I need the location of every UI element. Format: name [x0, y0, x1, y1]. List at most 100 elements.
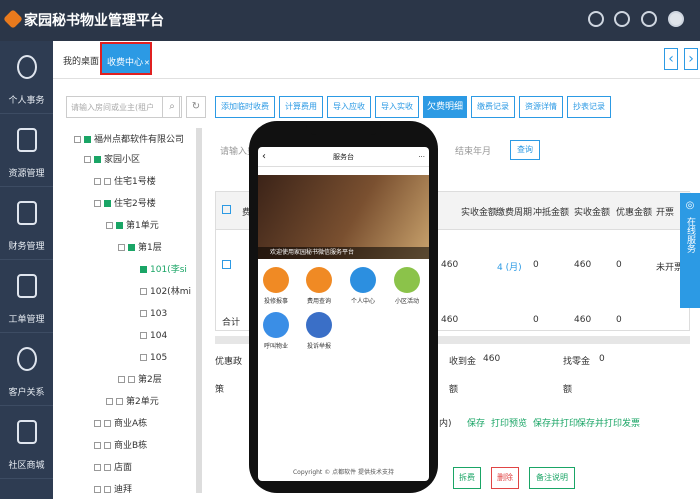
- save-print-invoice-button[interactable]: 保存并打印发票: [577, 416, 640, 429]
- tree-node[interactable]: 102(林mi: [140, 284, 191, 300]
- print-preview-button[interactable]: 打印预览: [491, 416, 527, 429]
- discount-label: 优惠政: [215, 357, 243, 367]
- save-print-button[interactable]: 保存并打印: [533, 416, 578, 429]
- back-icon[interactable]: ‹: [262, 147, 266, 167]
- headset-icon: ◎: [685, 200, 695, 211]
- headphones-icon[interactable]: [306, 312, 332, 338]
- sidebar-item-mall[interactable]: 社区商城: [0, 406, 53, 479]
- headset-icon: [17, 347, 37, 371]
- tree-node[interactable]: 家园小区: [84, 152, 140, 168]
- user-icon[interactable]: [350, 267, 376, 293]
- total-cell: 0: [533, 315, 539, 325]
- message-icon[interactable]: [641, 11, 657, 27]
- online-service-button[interactable]: ◎ 在线服务: [680, 193, 700, 308]
- resource-detail-button[interactable]: 资源详情: [519, 96, 563, 118]
- table-cell[interactable]: 4 (月): [497, 260, 522, 273]
- yen-icon[interactable]: [306, 267, 332, 293]
- money-icon: [17, 201, 37, 225]
- tree-node[interactable]: 第1层: [118, 240, 162, 256]
- chevron-left-icon[interactable]: ‹: [664, 48, 678, 70]
- phone-screen: ‹ 服务台 ··· 欢迎使用家园秘书微信服务平台 投修报事 费用查询 个人中心 …: [258, 147, 429, 481]
- total-cell: 0: [616, 315, 622, 325]
- tree-node[interactable]: 101(李si: [140, 262, 187, 278]
- arrears-detail-button[interactable]: 欠费明细: [423, 96, 467, 118]
- tree-node[interactable]: 住宅1号楼: [94, 174, 156, 190]
- sidebar-item-resources[interactable]: 资源管理: [0, 114, 53, 187]
- query-button[interactable]: 查询: [510, 140, 540, 160]
- tree-node[interactable]: 迪拜: [94, 482, 132, 498]
- tree-node[interactable]: 商业A栋: [94, 416, 147, 432]
- split-fee-button[interactable]: 拆费: [453, 467, 481, 489]
- sidebar-item-customers[interactable]: 客户关系: [0, 333, 53, 406]
- tree-node[interactable]: 商业B栋: [94, 438, 147, 454]
- column-header: 优惠金额: [616, 208, 653, 218]
- policy-label: 策: [215, 385, 225, 395]
- tree-node[interactable]: 104: [140, 328, 167, 344]
- chevron-right-icon[interactable]: ›: [684, 48, 698, 70]
- online-service-label: 在线服务: [685, 217, 695, 253]
- tree-node[interactable]: 住宅2号楼: [94, 196, 156, 212]
- person-icon: [17, 55, 37, 79]
- refresh-icon[interactable]: ↻: [186, 96, 206, 118]
- add-temp-charge-button[interactable]: 添加临时收费: [215, 96, 275, 118]
- delete-button[interactable]: 删除: [491, 467, 519, 489]
- tree-node[interactable]: 第2单元: [106, 394, 159, 410]
- received-amount-field[interactable]: 460: [483, 354, 500, 364]
- user-circle-icon[interactable]: [614, 11, 630, 27]
- banner-caption: 欢迎使用家园秘书微信服务平台: [258, 247, 429, 259]
- import-received-button[interactable]: 导入实收: [375, 96, 419, 118]
- paren-text: 内): [439, 419, 452, 429]
- note-button[interactable]: 备注说明: [529, 467, 575, 489]
- more-icon[interactable]: ···: [418, 147, 425, 167]
- meter-records-button[interactable]: 抄表记录: [567, 96, 611, 118]
- building-icon: [17, 128, 37, 152]
- column-header: 开票: [656, 208, 675, 218]
- sidebar-item-label: 社区商城: [8, 461, 45, 471]
- tree-node[interactable]: 105: [140, 350, 167, 366]
- tree-node[interactable]: 第2层: [118, 372, 162, 388]
- change-amount-field[interactable]: 0: [599, 354, 605, 364]
- search-icon[interactable]: ⌕: [162, 96, 182, 118]
- menu-label: 投诉举报: [306, 343, 331, 350]
- tab-home[interactable]: 我的桌面: [63, 54, 99, 67]
- amount-label: 额: [449, 385, 459, 395]
- import-receivable-button[interactable]: 导入应收: [327, 96, 371, 118]
- sidebar-item-personal[interactable]: 个人事务: [0, 41, 53, 114]
- bell-icon[interactable]: [588, 11, 604, 27]
- tab-bar: 我的桌面 收费中心✕ ‹ ›: [53, 41, 700, 79]
- sidebar-item-finance[interactable]: 财务管理: [0, 187, 53, 260]
- app-title: 家园秘书物业管理平台: [24, 13, 164, 29]
- end-month-input[interactable]: 结束年月: [455, 144, 491, 157]
- resource-tree-panel: 请输入房间或业主(租户 ⌕ ↻ 福州点都软件有限公司 家园小区 住宅1号楼 住宅…: [60, 88, 210, 499]
- calc-fee-button[interactable]: 计算费用: [279, 96, 323, 118]
- tree-node[interactable]: 店面: [94, 460, 132, 476]
- sidebar: 个人事务 资源管理 财务管理 工单管理 客户关系 社区商城: [0, 41, 53, 499]
- wrench-icon[interactable]: [263, 267, 289, 293]
- close-icon[interactable]: ✕: [144, 59, 150, 67]
- table-cell: 0: [533, 260, 539, 270]
- star-icon[interactable]: [394, 267, 420, 293]
- column-header: 实收金额: [574, 208, 611, 218]
- phone-mockup: ‹ 服务台 ··· 欢迎使用家园秘书微信服务平台 投修报事 费用查询 个人中心 …: [249, 121, 438, 493]
- sidebar-item-label: 工单管理: [8, 315, 45, 325]
- save-button[interactable]: 保存: [467, 416, 485, 429]
- row-checkbox[interactable]: [222, 260, 231, 269]
- menu-label: 小区活动: [394, 298, 419, 305]
- tab-billing-center[interactable]: 收费中心✕: [100, 42, 152, 75]
- menu-label: 呼叫物业: [263, 343, 288, 350]
- tree-node[interactable]: 福州点都软件有限公司: [74, 132, 184, 148]
- select-all-checkbox[interactable]: [222, 205, 231, 214]
- column-header: 冲抵金额: [533, 208, 570, 218]
- sidebar-item-workorder[interactable]: 工单管理: [0, 260, 53, 333]
- phone-call-icon[interactable]: [263, 312, 289, 338]
- tree-node[interactable]: 103: [140, 306, 167, 322]
- tree-node[interactable]: 第1单元: [106, 218, 159, 234]
- clipboard-icon: [17, 274, 37, 298]
- table-cell: 460: [441, 260, 459, 270]
- payment-records-button[interactable]: 缴费记录: [471, 96, 515, 118]
- tree-scrollbar[interactable]: [196, 128, 202, 493]
- total-cell: 460: [441, 315, 459, 325]
- avatar[interactable]: [668, 11, 684, 27]
- table-cell: 未开票: [656, 263, 684, 273]
- phone-header: ‹ 服务台 ···: [258, 147, 429, 167]
